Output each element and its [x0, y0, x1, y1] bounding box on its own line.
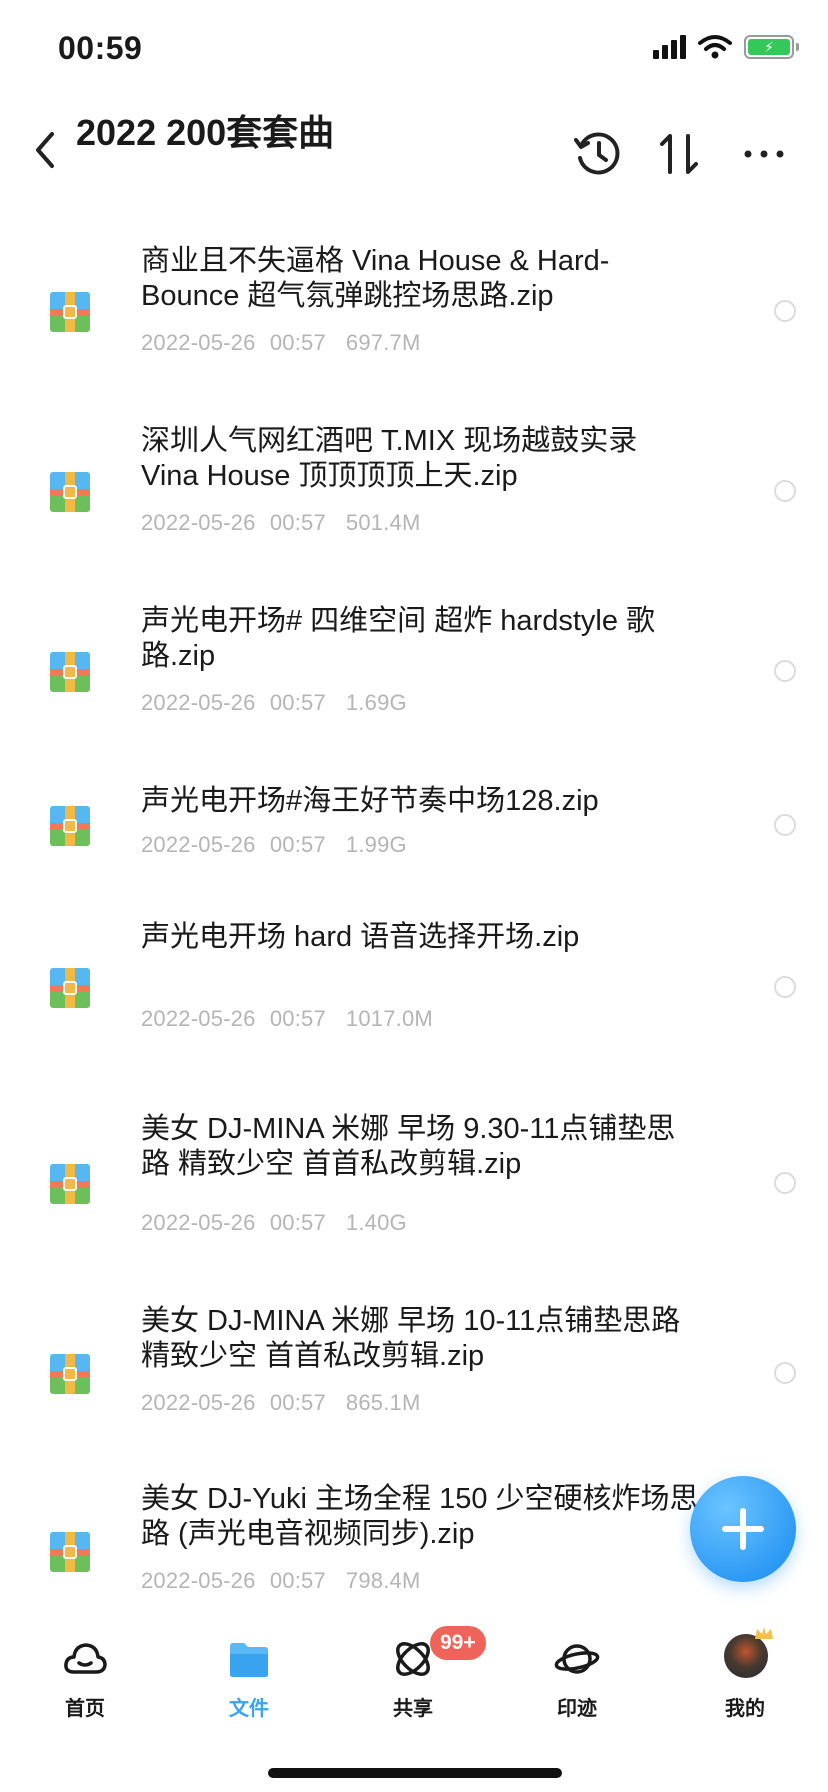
file-date: 2022-05-26 00:57 [141, 510, 326, 535]
file-size: 1.69G [345, 690, 407, 715]
zip-archive-icon [50, 1354, 90, 1394]
file-date: 2022-05-26 00:57 [141, 1210, 326, 1235]
zip-archive-icon [50, 652, 90, 692]
file-row[interactable]: 美女 DJ-MINA 米娜 早场 10-11点铺垫思路 精致少空 首首私改剪辑.… [0, 1304, 828, 1454]
tab-bar: 首页 文件 共享 印迹 我的 [0, 1620, 828, 1730]
folder-title: 2022 200套套曲 [76, 112, 335, 153]
back-arrow-icon[interactable] [26, 126, 66, 174]
file-row[interactable]: 声光电开场#海王好节奏中场128.zip 2022-05-26 00:57 1.9… [0, 784, 828, 884]
select-checkbox[interactable] [774, 976, 796, 998]
file-meta: 2022-05-26 00:57 1.69G [141, 690, 407, 716]
tab-profile[interactable]: 我的 [690, 1620, 800, 1720]
history-icon[interactable] [572, 128, 624, 180]
zip-archive-icon [50, 1532, 90, 1572]
file-name: 声光电开场#海王好节奏中场128.zip [141, 785, 599, 817]
file-size: 798.4M [345, 1568, 421, 1593]
select-checkbox[interactable] [774, 480, 796, 502]
file-date: 2022-05-26 00:57 [141, 832, 326, 857]
add-button[interactable] [690, 1476, 796, 1582]
file-row[interactable]: 声光电开场 hard 语音选择开场.zip 2022-05-26 00:57 10… [0, 920, 828, 1070]
select-checkbox[interactable] [774, 1172, 796, 1194]
select-checkbox[interactable] [774, 814, 796, 836]
file-name: 美女 DJ-MINA 米娜 早场 9.30-11点铺垫思路 精致少空 首首私改剪… [141, 1113, 676, 1180]
wifi-icon [698, 35, 732, 59]
status-icons: ⚡ [653, 34, 799, 60]
file-meta: 2022-05-26 00:57 501.4M [141, 510, 421, 536]
share-count-badge: 99+ [430, 1626, 486, 1660]
tab-label: 文件 [229, 1698, 269, 1720]
home-indicator [268, 1768, 562, 1778]
file-name: 深圳人气网红酒吧 T.MIX 现场越鼓实录 Vina House 顶顶顶顶上天.… [141, 425, 638, 492]
status-time: 00:59 [58, 30, 143, 66]
select-checkbox[interactable] [774, 300, 796, 322]
file-name: 美女 DJ-MINA 米娜 早场 10-11点铺垫思路 精致少空 首首私改剪辑.… [141, 1305, 681, 1372]
file-meta: 2022-05-26 00:57 865.1M [141, 1390, 421, 1416]
tab-files[interactable]: 文件 [194, 1620, 304, 1720]
tab-label: 我的 [725, 1698, 765, 1720]
file-row[interactable]: 商业且不失逼格 Vina House & Hard-Bounce 超气氛弹跳控场… [0, 244, 828, 394]
zip-archive-icon [50, 806, 90, 846]
file-date: 2022-05-26 00:57 [141, 1006, 326, 1031]
file-size: 697.7M [345, 330, 421, 355]
file-meta: 2022-05-26 00:57 697.7M [141, 330, 421, 356]
file-row[interactable]: 声光电开场# 四维空间 超炸 hardstyle 歌路.zip 2022-05-… [0, 604, 828, 754]
zip-archive-icon [50, 292, 90, 332]
file-row[interactable]: 深圳人气网红酒吧 T.MIX 现场越鼓实录 Vina House 顶顶顶顶上天.… [0, 424, 828, 574]
select-checkbox[interactable] [774, 1362, 796, 1384]
file-date: 2022-05-26 00:57 [141, 690, 326, 715]
more-options-icon[interactable] [738, 128, 790, 180]
tab-label: 首页 [65, 1698, 105, 1720]
folder-icon [230, 1643, 268, 1677]
status-bar: 00:59 ⚡ [0, 0, 828, 100]
file-date: 2022-05-26 00:57 [141, 1568, 326, 1593]
planet-icon [554, 1644, 600, 1674]
file-size: 1.99G [345, 832, 407, 857]
cellular-signal-icon [653, 35, 686, 59]
file-size: 865.1M [345, 1390, 421, 1415]
tab-label: 印迹 [557, 1698, 597, 1720]
file-size: 1017.0M [345, 1006, 433, 1031]
tab-home[interactable]: 首页 [30, 1620, 140, 1720]
file-meta: 2022-05-26 00:57 798.4M [141, 1568, 421, 1594]
battery-icon: ⚡ [744, 35, 799, 59]
tab-label: 共享 [393, 1698, 433, 1720]
file-meta: 2022-05-26 00:57 1.99G [141, 832, 407, 858]
file-meta: 2022-05-26 00:57 1.40G [141, 1210, 407, 1236]
tab-traces[interactable]: 印迹 [522, 1620, 632, 1720]
file-name: 声光电开场# 四维空间 超炸 hardstyle 歌路.zip [141, 605, 656, 672]
cloud-icon [64, 1643, 107, 1674]
file-name: 美女 DJ-Yuki 主场全程 150 少空硬核炸场思路 (声光电音视频同步).… [141, 1483, 699, 1550]
file-size: 501.4M [345, 510, 421, 535]
file-date: 2022-05-26 00:57 [141, 330, 326, 355]
zip-archive-icon [50, 1164, 90, 1204]
sort-icon[interactable] [654, 128, 706, 180]
file-name: 声光电开场 hard 语音选择开场.zip [141, 921, 580, 953]
crown-icon [755, 1627, 773, 1639]
file-row[interactable]: 美女 DJ-MINA 米娜 早场 9.30-11点铺垫思路 精致少空 首首私改剪… [0, 1112, 828, 1272]
select-checkbox[interactable] [774, 660, 796, 682]
file-meta: 2022-05-26 00:57 1017.0M [141, 1006, 433, 1032]
zip-archive-icon [50, 968, 90, 1008]
file-name: 商业且不失逼格 Vina House & Hard-Bounce 超气氛弹跳控场… [141, 245, 610, 312]
file-date: 2022-05-26 00:57 [141, 1390, 326, 1415]
file-size: 1.40G [345, 1210, 407, 1235]
avatar [724, 1634, 768, 1678]
zip-archive-icon [50, 472, 90, 512]
